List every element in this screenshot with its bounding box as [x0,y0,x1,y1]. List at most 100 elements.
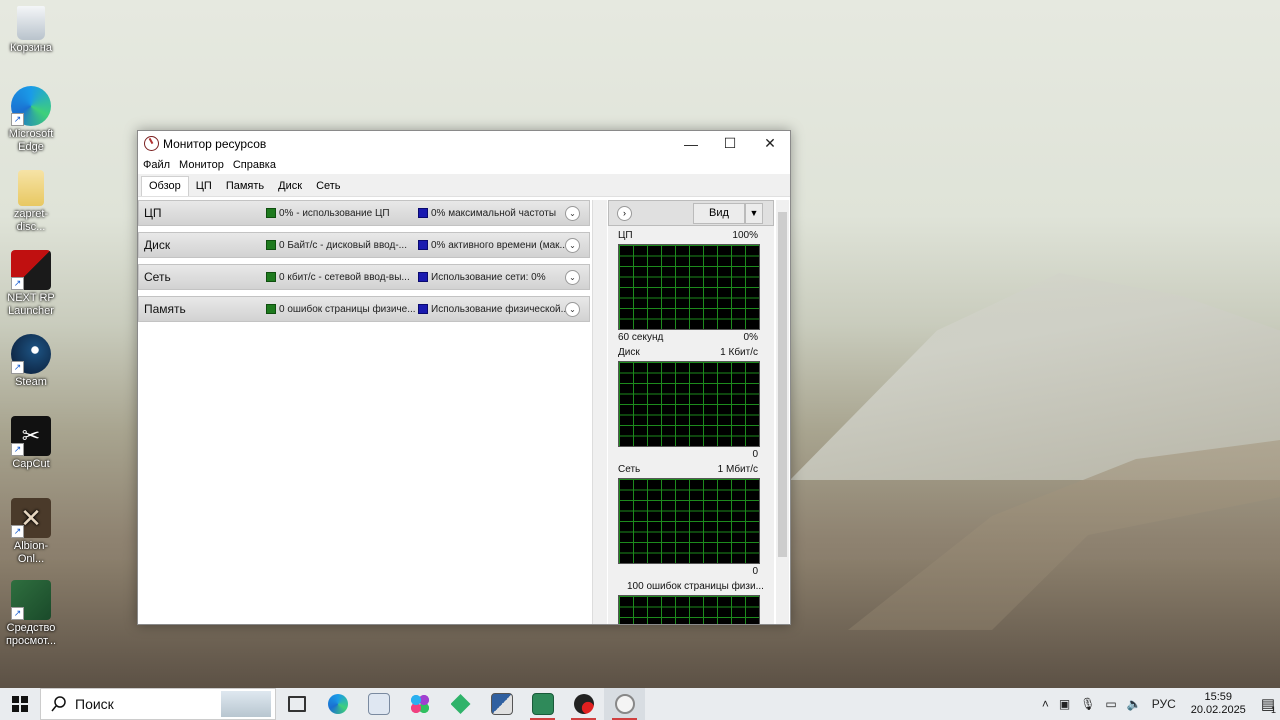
section-stat-secondary: Использование физической... [431,303,569,315]
section-title: ЦП [144,206,162,220]
system-tray: ˄ ▣ 🎙 ▭ 🔈 РУС 15:59 20.02.2025 ▤ 1 [1037,688,1280,720]
disk-graph-canvas [618,361,760,447]
section-network[interactable]: Сеть 0 кбит/с - сетевой ввод-вы... Испол… [138,264,590,290]
view-dropdown-icon[interactable]: ▼ [745,203,763,224]
nextrp-icon: ↗ [11,250,51,290]
edge-icon [327,694,348,714]
menu-help[interactable]: Справка [233,159,276,171]
desktop-icon-steam[interactable]: ↗ Steam [2,334,60,389]
minimize-button[interactable]: — [671,131,711,156]
overview-sections: ЦП 0% - использование ЦП 0% максимальной… [138,200,590,624]
desktop-icon-label: CapCut [12,458,50,470]
blue-indicator-icon [418,208,428,218]
graph-min: 0 [752,566,758,577]
taskbar-app-green-window[interactable] [522,688,563,720]
expand-chevron-icon[interactable]: ⌄ [565,301,580,317]
shortcut-arrow-icon: ↗ [11,113,24,126]
desktop-icon-recycle-bin[interactable]: Корзина [2,6,60,55]
shortcut-arrow-icon: ↗ [11,361,24,374]
menu-file[interactable]: Файл [143,159,170,171]
green-app-icon [450,694,471,714]
tab-overview[interactable]: Обзор [141,176,189,196]
wallpaper-hill [790,273,1280,480]
recycle-bin-icon [17,6,45,40]
desktop-icon-edge[interactable]: ↗ Microsoft Edge [2,86,60,154]
language-indicator[interactable]: РУС [1152,697,1176,711]
desktop-icon-capcut[interactable]: ✂ ↗ CapCut [2,416,60,471]
section-disk[interactable]: Диск 0 Байт/с - дисковый ввод-... 0% акт… [138,232,590,258]
chevron-up-icon[interactable]: ˄ [1042,697,1049,711]
app-grid-icon [409,694,430,714]
desktop-icon-albion[interactable]: ✕ ↗ Albion-Onl... [2,498,60,566]
taskbar-app-green[interactable] [440,688,481,720]
volume-icon[interactable]: 🔈 [1127,697,1142,711]
menu-monitor[interactable]: Монитор [179,159,224,171]
resource-monitor-icon [614,694,635,714]
search-highlight-icon [221,691,271,717]
left-pane-scrollbar[interactable] [592,200,607,624]
tab-network[interactable]: Сеть [309,177,347,196]
clock-time: 15:59 [1204,691,1233,703]
start-button[interactable] [0,688,40,720]
title-bar[interactable]: Монитор ресурсов — ☐ ✕ [138,131,790,156]
taskbar-app-purple[interactable] [399,688,440,720]
tab-disk[interactable]: Диск [271,177,309,196]
taskbar-app-grid[interactable] [481,688,522,720]
desktop-icon-label: Microsoft Edge [8,128,54,153]
graph-max: 1 Кбит/с [720,347,758,358]
taskbar-resource-monitor[interactable] [604,688,645,720]
blue-indicator-icon [418,240,428,250]
notepad-icon [367,693,390,715]
folder-icon [18,170,44,206]
desktop-icon-zapret[interactable]: zapret-disc... [2,170,60,234]
desktop-icon-viewer[interactable]: ↗ Средство просмот... [2,580,60,648]
expand-chevron-icon[interactable]: ⌄ [565,269,580,285]
tab-cpu[interactable]: ЦП [189,177,219,196]
graph-max: 1 Мбит/с [717,464,758,475]
edge-icon: ↗ [11,86,51,126]
desktop-icon-nextrp[interactable]: ↗ NEXT RP Launcher [2,250,60,318]
desktop-icon-label: NEXT RP Launcher [7,292,55,317]
notification-icon[interactable]: ▤ 1 [1261,695,1276,715]
expand-chevron-icon[interactable]: ⌄ [565,237,580,253]
microphone-icon[interactable]: 🎙 [1080,697,1095,711]
graph-memory: 100 ошибок страницы физи... [608,581,774,624]
taskbar: Поиск ˄ ▣ 🎙 ▭ 🔈 РУС 15:59 20.02.2025 ▤ 1 [0,688,1280,720]
close-button[interactable]: ✕ [750,131,790,156]
section-stat-secondary: 0% максимальной частоты [431,207,557,219]
taskbar-edge[interactable] [317,688,358,720]
taskbar-notepad[interactable] [358,688,399,720]
section-memory[interactable]: Память 0 ошибок страницы физиче... Испол… [138,296,590,322]
menu-bar: Файл Монитор Справка [138,156,790,174]
shortcut-arrow-icon: ↗ [11,277,24,290]
section-title: Сеть [144,270,171,284]
search-icon [51,696,66,712]
section-stat-primary: 0 Байт/с - дисковый ввод-... [279,239,407,251]
maximize-button[interactable]: ☐ [710,131,750,156]
blue-indicator-icon [418,272,428,282]
taskbar-app-dark[interactable] [563,688,604,720]
scrollbar-thumb[interactable] [778,212,787,557]
network-icon[interactable]: ▭ [1105,697,1116,711]
view-button[interactable]: Вид [693,203,745,224]
section-stat-primary: 0% - использование ЦП [279,207,390,219]
tray-app-icon[interactable]: ▣ [1059,697,1070,711]
shortcut-arrow-icon: ↗ [11,607,24,620]
graph-max: 100% [732,230,758,241]
memory-graph-canvas [618,595,760,624]
section-cpu[interactable]: ЦП 0% - использование ЦП 0% максимальной… [138,200,590,226]
desktop-icon-label: Средство просмот... [5,622,57,647]
expand-chevron-icon[interactable]: ⌄ [565,205,580,221]
collapse-pane-icon[interactable]: › [617,206,632,221]
clock[interactable]: 15:59 20.02.2025 [1191,691,1246,717]
tab-bar: Обзор ЦП Память Диск Сеть [138,174,790,197]
viewer-icon: ↗ [11,580,51,620]
tab-memory[interactable]: Память [219,177,271,196]
graph-title: 100 ошибок страницы физи... [627,581,764,592]
search-box[interactable]: Поиск [40,688,276,720]
graphs-scrollbar[interactable] [776,200,789,624]
network-graph-canvas [618,478,760,564]
task-view-button[interactable] [276,688,317,720]
graph-min: 0% [743,332,758,343]
desktop-icon-label: zapret-disc... [13,208,49,233]
